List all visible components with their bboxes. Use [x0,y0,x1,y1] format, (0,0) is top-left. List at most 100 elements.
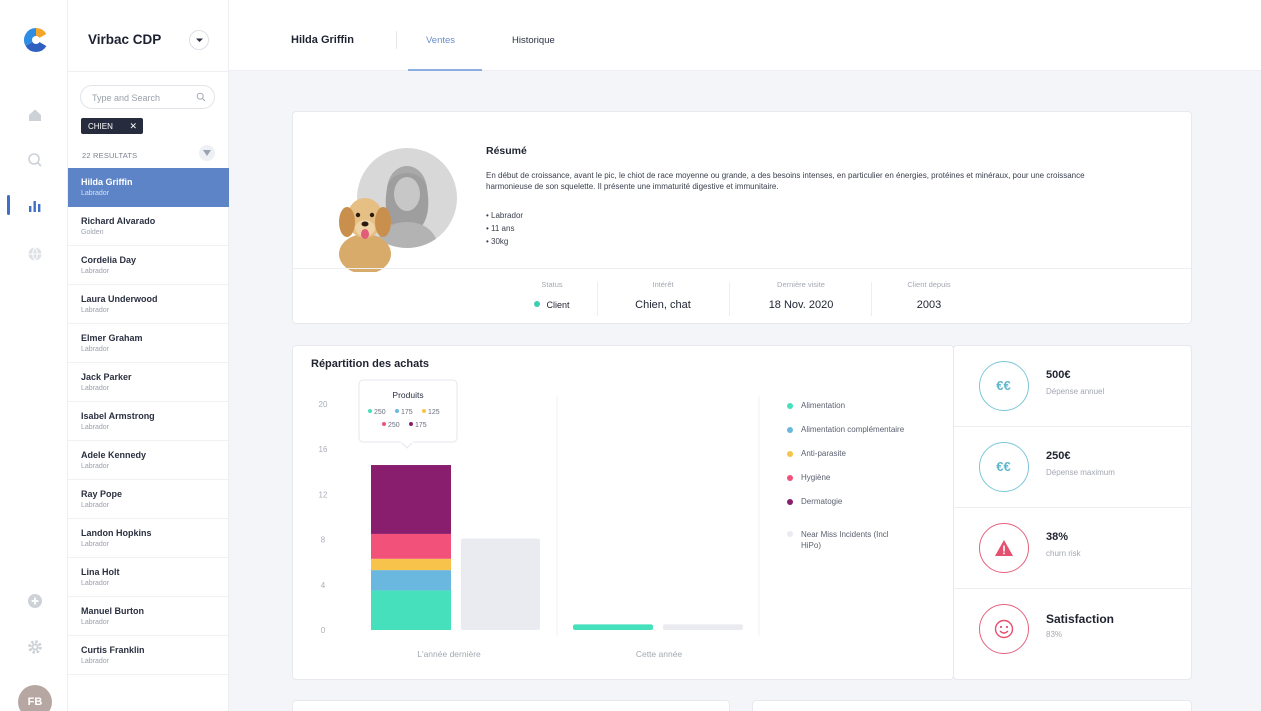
customer-list: Hilda Griffin Labrador Richard Alvarado Gol… [68,168,229,675]
legend-label: Anti-parasite [801,449,846,458]
customer-breed: Labrador [81,619,110,626]
user-avatar[interactable]: FB [18,685,52,711]
workspace-dropdown-button[interactable] [189,30,209,50]
customer-name: Manuel Burton [81,606,144,616]
filter-chip[interactable]: CHIEN ✕ [81,118,143,134]
tooltip-value: 175 [415,422,427,429]
list-item[interactable]: Lina Holt Labrador [68,558,229,597]
legend-item[interactable]: Alimentation [787,401,904,425]
legend-item[interactable]: Dermatogie [787,497,904,521]
divider [729,282,730,316]
stat-value: 2003 [916,299,942,311]
customer-name-title: Hilda Griffin [291,34,354,46]
smiley-icon [979,604,1029,654]
euro-icon: €€ [979,442,1029,492]
tooltip-value: 175 [401,409,413,416]
bar-segment [371,558,451,571]
status-badge: Client [546,300,570,310]
dog-photo-icon [339,198,391,272]
kpi-value: Satisfaction [1046,612,1115,626]
legend-label: Alimentation complémentaire [801,425,905,434]
bar-segment [371,465,451,534]
bottom-card-left [292,700,730,711]
y-tick-label: 4 [321,581,326,590]
kpi-label: Dépense annuel [1046,387,1105,396]
legend-swatch [787,427,793,433]
customer-breed: Labrador [81,385,110,392]
globe-icon[interactable] [26,245,44,263]
list-item[interactable]: Landon Hopkins Labrador [68,519,229,558]
tab-historique[interactable]: Historique [512,35,555,46]
stat-interest: Intérêt Chien, chat [623,280,703,311]
customer-breed: Golden [81,229,104,236]
stat-label: Client depuis [907,280,951,289]
kpi-card: €€ 500€ Dépense annuel €€ 250€ Dépense m… [953,345,1192,680]
analytics-icon[interactable] [26,197,44,215]
kpi-value: 500€ [1046,369,1071,381]
warning-icon [979,523,1029,573]
summary-card: Résumé En début de croissance, avant le … [292,111,1192,324]
tooltip-value: 250 [388,422,400,429]
list-item[interactable]: Jack Parker Labrador [68,363,229,402]
customer-name: Richard Alvarado [81,216,156,226]
tooltip-dot [409,422,413,426]
list-item[interactable]: Richard Alvarado Golden [68,207,229,246]
customer-name: Ray Pope [81,489,123,499]
detail-age: 11 ans [486,222,523,235]
kpi-label: 83% [1046,630,1063,639]
add-icon[interactable] [26,592,44,610]
legend-swatch [787,403,793,409]
list-item[interactable]: Curtis Franklin Labrador [68,636,229,675]
legend-swatch [787,499,793,505]
y-tick-label: 8 [321,536,326,545]
stat-client-since: Client depuis 2003 [889,280,969,311]
kpi-label: Dépense maximum [1046,468,1115,477]
stat-value: Chien, chat [635,299,691,311]
customer-breed: Labrador [81,424,110,431]
legend-swatch [787,531,793,537]
euro-icon: €€ [979,361,1029,411]
list-item[interactable]: Ray Pope Labrador [68,480,229,519]
list-item[interactable]: Laura Underwood Labrador [68,285,229,324]
y-tick-label: 16 [319,445,328,454]
bar-segment [371,533,451,559]
search-icon[interactable] [26,151,44,169]
home-icon[interactable] [26,106,44,124]
customer-breed: Labrador [81,541,110,548]
customer-name: Cordelia Day [81,255,137,265]
y-tick-label: 20 [319,400,328,409]
search-input[interactable]: Type and Search [80,85,215,109]
smiley-face-icon [994,619,1014,639]
kpi-label: churn risk [1046,549,1081,558]
filter-chip-label: CHIEN [88,122,113,131]
tooltip-value: 125 [428,409,440,416]
list-item[interactable]: Adele Kennedy Labrador [68,441,229,480]
legend-item[interactable]: Hygiène [787,473,904,497]
list-item[interactable]: Isabel Armstrong Labrador [68,402,229,441]
kpi-value: 38% [1046,531,1069,543]
chevron-down-icon [196,38,203,42]
list-item[interactable]: Hilda Griffin Labrador [68,168,229,207]
reference-bar [663,624,743,630]
x-category-label: L'année dernière [417,649,481,659]
list-item[interactable]: Cordelia Day Labrador [68,246,229,285]
stat-label: Status [541,280,563,289]
tab-ventes[interactable]: Ventes [426,35,455,46]
search-icon [196,92,206,102]
settings-gear-icon[interactable] [26,638,44,656]
legend-item[interactable]: Anti-parasite [787,449,904,473]
tooltip-dot [368,409,372,413]
tooltip-value: 250 [374,409,386,416]
app-logo-icon[interactable] [22,26,50,54]
legend-item[interactable]: Near Miss Incidents (Incl HiPo) [787,529,904,559]
close-icon[interactable]: ✕ [129,121,137,132]
tooltip-dot [382,422,386,426]
filter-button[interactable] [199,145,215,161]
list-item[interactable]: Manuel Burton Labrador [68,597,229,636]
list-item[interactable]: Elmer Graham Labrador [68,324,229,363]
legend-item[interactable]: Alimentation complémentaire [787,425,904,449]
kpi-max-spend: €€ 250€ Dépense maximum [954,427,1192,508]
divider [597,282,598,316]
kpi-annual-spend: €€ 500€ Dépense annuel [954,346,1192,427]
summary-details: Labrador 11 ans 30kg [486,209,523,248]
